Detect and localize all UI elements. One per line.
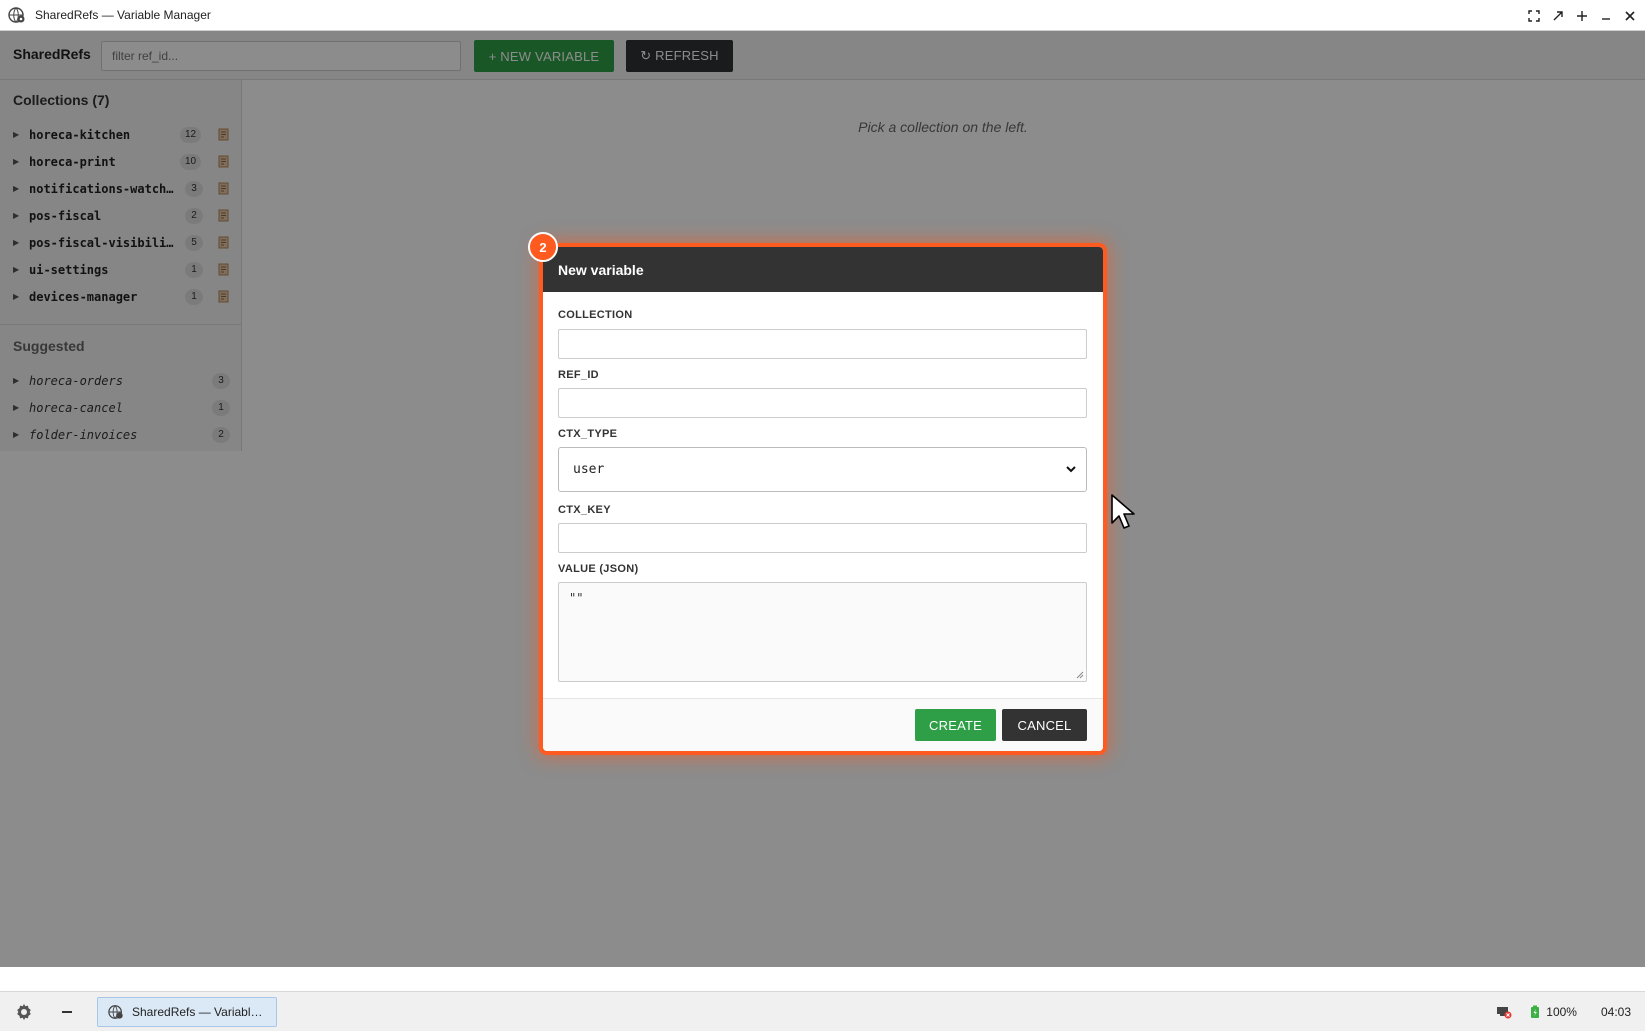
taskbar-window-label: SharedRefs — Variabl… xyxy=(132,1005,263,1019)
battery-charging-icon[interactable] xyxy=(1530,1005,1540,1019)
maximize-plus-icon[interactable] xyxy=(1575,9,1589,23)
mouse-cursor-icon xyxy=(1111,494,1135,529)
ctx-key-label: CTX_KEY xyxy=(558,504,611,516)
network-disconnected-icon[interactable] xyxy=(1496,1005,1512,1019)
clock[interactable]: 04:03 xyxy=(1601,1005,1631,1019)
settings-gear-icon[interactable] xyxy=(14,1002,34,1022)
ref-id-input[interactable] xyxy=(558,388,1087,418)
value-json-textarea[interactable]: "" xyxy=(558,582,1087,682)
globe-gear-icon xyxy=(8,6,26,24)
chevron-down-icon xyxy=(1066,466,1076,473)
close-icon[interactable] xyxy=(1623,9,1637,23)
ctx-key-input[interactable] xyxy=(558,523,1087,553)
cancel-button[interactable]: CANCEL xyxy=(1002,709,1087,741)
collection-input[interactable] xyxy=(558,329,1087,359)
window-title: SharedRefs — Variable Manager xyxy=(35,8,211,22)
fullscreen-icon[interactable] xyxy=(1527,9,1541,23)
system-tray: 100% 04:03 xyxy=(1496,992,1645,1032)
create-button[interactable]: CREATE xyxy=(915,709,996,741)
window-controls xyxy=(1527,0,1637,31)
ctx-type-label: CTX_TYPE xyxy=(558,428,618,440)
value-json-label: VALUE (JSON) xyxy=(558,563,639,575)
popout-icon[interactable] xyxy=(1551,9,1565,23)
battery-percent: 100% xyxy=(1546,1005,1577,1019)
taskbar: SharedRefs — Variabl… 100% 04:03 xyxy=(0,991,1645,1031)
collection-label: COLLECTION xyxy=(558,309,633,321)
ref-id-label: REF_ID xyxy=(558,369,599,381)
globe-gear-icon xyxy=(108,1005,123,1019)
step-badge: 2 xyxy=(528,232,558,262)
new-variable-dialog: New variable COLLECTION REF_ID CTX_TYPE … xyxy=(543,247,1103,751)
ctx-type-selected: user xyxy=(573,462,605,477)
minimize-icon[interactable] xyxy=(1599,9,1613,23)
resize-handle-icon[interactable] xyxy=(1076,671,1084,679)
show-desktop-icon[interactable] xyxy=(62,1011,72,1013)
dialog-footer: CREATE CANCEL xyxy=(543,698,1103,751)
ctx-type-select[interactable]: user xyxy=(558,447,1087,492)
taskbar-window-item[interactable]: SharedRefs — Variabl… xyxy=(97,997,277,1027)
dialog-title: New variable xyxy=(543,247,1103,292)
value-json-text: "" xyxy=(569,591,584,605)
window-titlebar: SharedRefs — Variable Manager xyxy=(0,0,1645,31)
